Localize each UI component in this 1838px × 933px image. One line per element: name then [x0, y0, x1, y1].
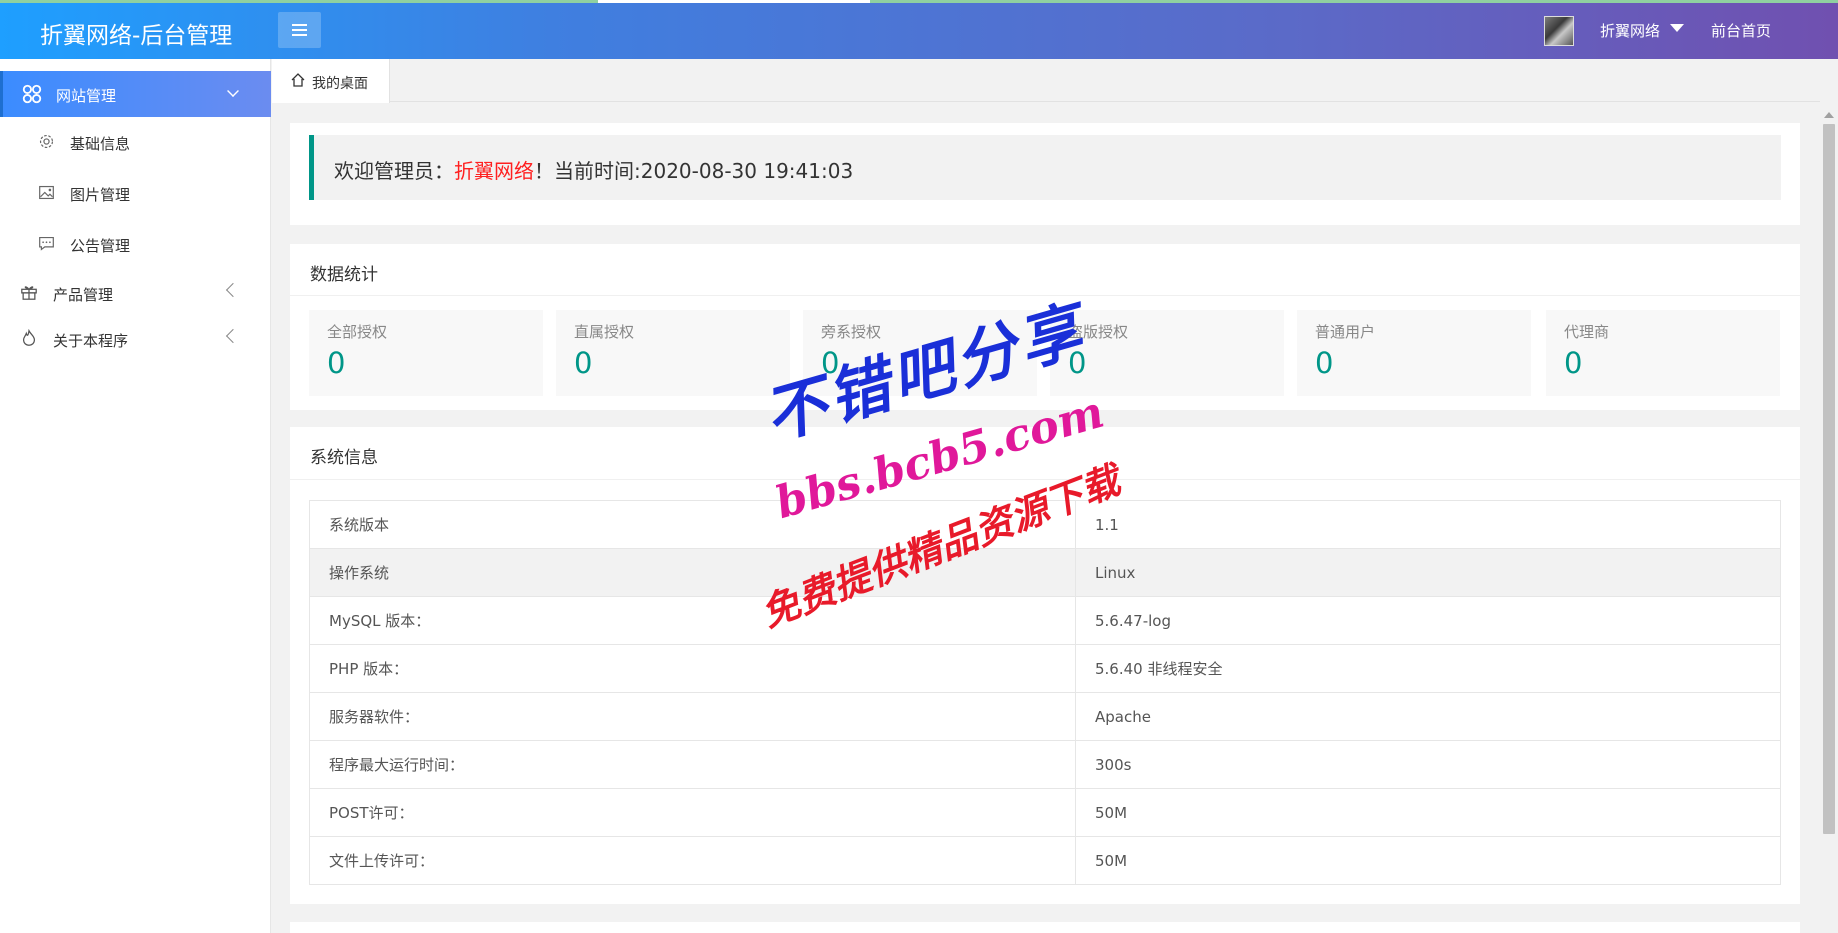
- table-row: 服务器软件： Apache: [309, 692, 1781, 741]
- sidebar-group-site-management[interactable]: 网站管理: [0, 71, 271, 117]
- app-title: 折翼网络-后台管理: [40, 23, 233, 49]
- stat-regular-users: 普通用户 0: [1297, 310, 1531, 396]
- top-header: 折翼网络-后台管理 折翼网络 前台首页: [0, 0, 1838, 59]
- tab-bar: 我的桌面: [272, 59, 1820, 103]
- image-icon: [39, 185, 54, 200]
- admin-name: 折翼网络: [454, 159, 534, 183]
- fire-icon: [22, 329, 36, 346]
- table-row: 程序最大运行时间： 300s: [309, 740, 1781, 789]
- caret-down-icon[interactable]: [1670, 24, 1684, 32]
- sidebar-group-about-program[interactable]: 关于本程序: [0, 318, 271, 358]
- next-card: [290, 922, 1800, 933]
- gift-icon: [21, 286, 37, 300]
- sidebar-group-label: 网站管理: [56, 87, 117, 105]
- flower-icon: [22, 84, 42, 104]
- sidebar-item-image-management[interactable]: 图片管理: [0, 173, 271, 213]
- sidebar-item-announcement-management[interactable]: 公告管理: [0, 224, 271, 264]
- chevron-left-icon: [225, 328, 241, 344]
- sidebar: 网站管理 基础信息 图片管理 公告管理 产品管理 关于本程序: [0, 59, 271, 933]
- menu-toggle-button[interactable]: [278, 12, 321, 48]
- sidebar-group-product-management[interactable]: 产品管理: [0, 272, 271, 312]
- table-row: POST许可： 50M: [309, 788, 1781, 837]
- sidebar-item-label: 图片管理: [70, 186, 131, 204]
- user-name-menu[interactable]: 折翼网络: [1600, 20, 1660, 41]
- message-icon: [39, 236, 54, 251]
- sidebar-item-label: 基础信息: [70, 135, 131, 153]
- sidebar-group-label: 产品管理: [53, 286, 114, 304]
- welcome-banner: 欢迎管理员：折翼网络！当前时间:2020-08-30 19:41:03: [309, 135, 1781, 200]
- menu-icon: [292, 24, 307, 26]
- chevron-left-icon: [225, 282, 241, 298]
- table-row: MySQL 版本： 5.6.47-log: [309, 596, 1781, 645]
- system-info-title: 系统信息: [310, 448, 378, 468]
- table-row: 文件上传许可： 50M: [309, 836, 1781, 885]
- stat-all-licenses: 全部授权 0: [309, 310, 543, 396]
- tab-my-desktop[interactable]: 我的桌面: [272, 59, 390, 103]
- system-info-table: 系统版本 1.1 操作系统 Linux MySQL 版本： 5.6.47-log PH…: [309, 500, 1781, 885]
- vertical-scrollbar[interactable]: [1820, 110, 1838, 933]
- sidebar-item-label: 公告管理: [70, 237, 131, 255]
- stats-title: 数据统计: [310, 265, 378, 285]
- current-time: 2020-08-30 19:41:03: [640, 159, 854, 183]
- stat-agents: 代理商 0: [1546, 310, 1780, 396]
- front-page-link[interactable]: 前台首页: [1711, 20, 1771, 41]
- table-row: PHP 版本： 5.6.40 非线程安全: [309, 644, 1781, 693]
- avatar[interactable]: [1544, 16, 1574, 46]
- scroll-up-arrow-icon[interactable]: [1824, 112, 1834, 118]
- sidebar-item-basic-info[interactable]: 基础信息: [0, 122, 271, 162]
- chevron-down-icon: [227, 85, 239, 97]
- tab-label: 我的桌面: [312, 76, 368, 92]
- table-row: 操作系统 Linux: [309, 548, 1781, 597]
- sidebar-group-label: 关于本程序: [53, 332, 129, 350]
- gear-icon: [39, 134, 54, 149]
- welcome-text: 欢迎管理员：折翼网络！当前时间:2020-08-30 19:41:03: [334, 159, 854, 183]
- header-top-line: [0, 0, 1838, 3]
- home-icon: [291, 73, 305, 87]
- scrollbar-thumb[interactable]: [1823, 124, 1835, 834]
